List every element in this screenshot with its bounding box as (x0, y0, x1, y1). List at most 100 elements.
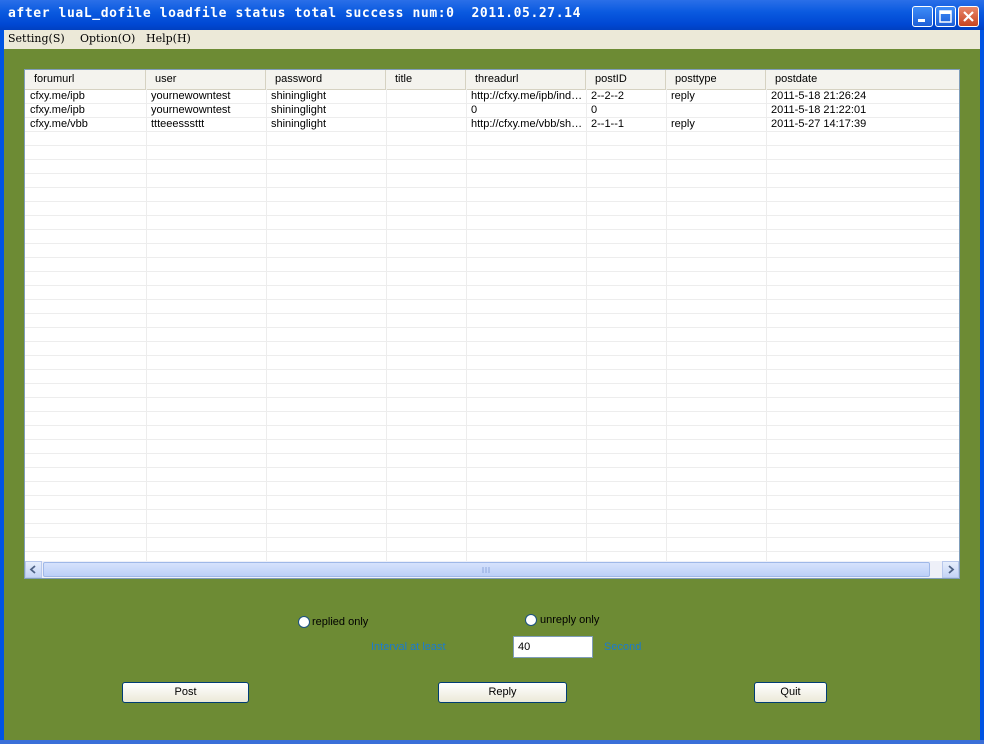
empty-row[interactable] (25, 440, 959, 454)
title-bar[interactable]: after luaL_dofile loadfile status total … (0, 0, 984, 30)
empty-row[interactable] (25, 216, 959, 230)
cell-postdate: 2011-5-18 21:26:24 (771, 90, 867, 102)
cell-postid: 0 (591, 104, 598, 116)
cell-threadurl: http://cfxy.me/vbb/showthread.php (471, 118, 586, 130)
column-divider (386, 89, 387, 561)
cell-password: shininglight (271, 90, 327, 102)
empty-row[interactable] (25, 342, 959, 356)
window-title: after luaL_dofile loadfile status total … (8, 6, 582, 21)
empty-row[interactable] (25, 356, 959, 370)
cell-posttype: reply (671, 118, 695, 130)
grip-icon (482, 567, 490, 573)
main-panel: forumurl user password title threadurl p… (4, 49, 980, 740)
cell-postid: 2--1--1 (591, 118, 625, 130)
column-divider (766, 89, 767, 561)
replied-only-label[interactable]: replied only (312, 616, 368, 628)
cell-password: shininglight (271, 118, 327, 130)
menu-bar: Setting(S) Option(O) Help(H) (4, 30, 980, 49)
column-divider (666, 89, 667, 561)
cell-posttype (666, 104, 766, 118)
window-bottom-edge (0, 740, 984, 744)
maximize-button[interactable] (935, 6, 956, 27)
empty-row[interactable] (25, 188, 959, 202)
empty-row[interactable] (25, 244, 959, 258)
column-divider (466, 89, 467, 561)
post-list-table[interactable]: forumurl user password title threadurl p… (24, 69, 960, 579)
empty-row[interactable] (25, 328, 959, 342)
empty-row[interactable] (25, 174, 959, 188)
cell-forumurl: cfxy.me/vbb (30, 118, 88, 130)
post-button[interactable]: Post (122, 682, 249, 703)
chevron-right-icon (948, 565, 955, 574)
empty-row[interactable] (25, 286, 959, 300)
column-header-user[interactable]: user (146, 70, 266, 89)
column-header-threadurl[interactable]: threadurl (466, 70, 586, 89)
empty-row[interactable] (25, 132, 959, 146)
empty-row[interactable] (25, 314, 959, 328)
cell-postdate: 2011-5-27 14:17:39 (771, 118, 867, 130)
chevron-left-icon (29, 565, 36, 574)
replied-only-radio[interactable] (298, 616, 310, 628)
horizontal-scrollbar[interactable] (25, 561, 959, 578)
column-divider (586, 89, 587, 561)
cell-forumurl: cfxy.me/ipb (30, 90, 85, 102)
column-header-postid[interactable]: postID (586, 70, 666, 89)
table-row[interactable]: cfxy.me/ipb yournewowntest shininglight htt… (25, 90, 959, 104)
cell-user: yournewowntest (151, 104, 231, 116)
scroll-right-button[interactable] (942, 561, 959, 578)
reply-button[interactable]: Reply (438, 682, 567, 703)
column-divider (266, 89, 267, 561)
cell-user: yournewowntest (151, 90, 231, 102)
minimize-icon (918, 19, 925, 22)
empty-row[interactable] (25, 538, 959, 552)
column-header-posttype[interactable]: posttype (666, 70, 766, 89)
empty-row[interactable] (25, 272, 959, 286)
menu-option[interactable]: Option(O) (80, 32, 135, 45)
empty-row[interactable] (25, 510, 959, 524)
column-divider (146, 89, 147, 561)
interval-unit-label: Second (604, 641, 642, 653)
interval-input[interactable] (513, 636, 593, 658)
empty-row[interactable] (25, 468, 959, 482)
column-header-title[interactable]: title (386, 70, 466, 89)
close-icon (963, 11, 974, 22)
table-header: forumurl user password title threadurl p… (25, 70, 959, 90)
empty-row[interactable] (25, 300, 959, 314)
cell-title (386, 104, 466, 118)
empty-row[interactable] (25, 398, 959, 412)
column-header-password[interactable]: password (266, 70, 386, 89)
cell-threadurl: 0 (471, 104, 478, 116)
table-row[interactable]: cfxy.me/ipb yournewowntest shininglight 0 0 2… (25, 104, 959, 118)
scroll-thumb[interactable] (43, 562, 930, 577)
empty-row[interactable] (25, 160, 959, 174)
cell-postdate: 2011-5-18 21:22:01 (771, 104, 867, 116)
interval-label: Interval at least (371, 641, 446, 653)
cell-title (386, 118, 466, 132)
empty-row[interactable] (25, 412, 959, 426)
empty-row[interactable] (25, 496, 959, 510)
table-row[interactable]: cfxy.me/vbb ttteeesssttt shininglight http:… (25, 118, 959, 132)
unreply-only-label[interactable]: unreply only (540, 614, 599, 626)
empty-row[interactable] (25, 482, 959, 496)
app-window: after luaL_dofile loadfile status total … (0, 0, 984, 744)
cell-title (386, 90, 466, 104)
empty-row[interactable] (25, 258, 959, 272)
menu-setting[interactable]: Setting(S) (8, 32, 65, 45)
column-header-postdate[interactable]: postdate (766, 70, 959, 89)
empty-row[interactable] (25, 230, 959, 244)
menu-help[interactable]: Help(H) (146, 32, 191, 45)
column-header-forumurl[interactable]: forumurl (25, 70, 146, 89)
scroll-left-button[interactable] (25, 561, 42, 578)
empty-row[interactable] (25, 370, 959, 384)
empty-row[interactable] (25, 426, 959, 440)
unreply-only-radio[interactable] (525, 614, 537, 626)
empty-row[interactable] (25, 202, 959, 216)
empty-row[interactable] (25, 146, 959, 160)
empty-row[interactable] (25, 454, 959, 468)
empty-row[interactable] (25, 524, 959, 538)
quit-button[interactable]: Quit (754, 682, 827, 703)
cell-posttype: reply (671, 90, 695, 102)
close-button[interactable] (958, 6, 979, 27)
minimize-button[interactable] (912, 6, 933, 27)
empty-row[interactable] (25, 384, 959, 398)
